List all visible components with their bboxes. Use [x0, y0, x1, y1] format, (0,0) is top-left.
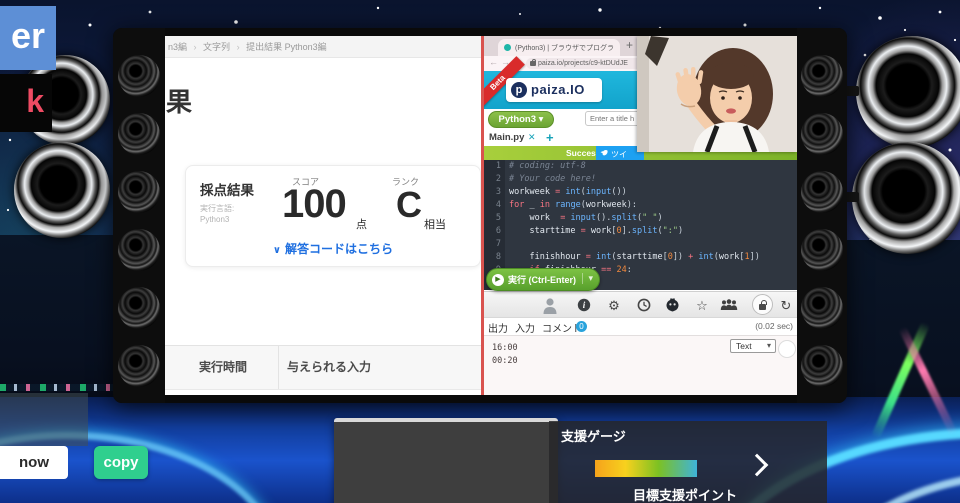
breadcrumb-item[interactable]: n3編 [168, 42, 187, 52]
close-icon[interactable]: ✕ [528, 132, 536, 143]
page-title-fragment: 果 [166, 87, 193, 117]
bezel-speaker [801, 113, 843, 155]
output-tabs: 出力 入力 コメント 0 (0.02 sec) [484, 318, 797, 336]
column-header-exec-time: 実行時間 [199, 360, 248, 374]
speaker-mount-bar [845, 192, 859, 202]
speaker-right-top [856, 36, 960, 148]
user-icon[interactable] [542, 297, 558, 314]
file-tab-mainpy[interactable]: Main.py [489, 132, 524, 143]
tab-favicon [504, 44, 511, 51]
monitor-back [334, 418, 558, 503]
output-panel: 出力 入力 コメント 0 (0.02 sec) 16:00 00:20 Text… [484, 318, 797, 395]
card-title: 採点結果 [200, 183, 254, 198]
result-page: n3編 › 文字列 › 提出結果 Python3編 果 採点結果 実行言語: P… [165, 36, 481, 395]
column-header-input: 与えられる入力 [287, 360, 372, 374]
gauge-bar [595, 460, 697, 477]
answer-code-link[interactable]: ∨ 解答コードはこちら [186, 240, 480, 257]
play-icon: ▶ [492, 273, 504, 286]
tab-output[interactable]: 出力 [488, 320, 508, 335]
format-select[interactable]: Text ▾ [730, 339, 776, 353]
execution-language: 実行言語: Python3 [200, 204, 235, 224]
url-field[interactable]: paiza.io/projects/c9-ktDUdJE [526, 58, 642, 69]
comment-count-badge: 0 [576, 320, 587, 332]
webcam-overlay [637, 36, 797, 153]
bezel-speaker [801, 287, 843, 329]
clock-icon[interactable] [636, 298, 652, 314]
output-text: 16:00 00:20 [492, 343, 518, 366]
gauge-target-label: 目標支援ポイント [633, 488, 738, 503]
score-result-card: 採点結果 実行言語: Python3 スコア 100 点 ランク C 相当 ∨ 解… [185, 165, 481, 267]
run-button[interactable]: ▶ 実行 (Ctrl-Enter) ▾ [486, 268, 600, 291]
breadcrumb-separator: › [193, 42, 197, 52]
screenshot-root: n3編 › 文字列 › 提出結果 Python3編 果 採点結果 実行言語: P… [0, 0, 960, 503]
browser-tab[interactable]: (Python3) | ブラウザでプログラ [498, 39, 620, 56]
overlay-badge-top: er [0, 6, 56, 70]
rank-unit: 相当 [424, 219, 446, 231]
icon-toolbar: i ⚙ ☆ ↻ [484, 291, 797, 318]
twitter-bird-icon [600, 149, 608, 156]
score-value: 100 [282, 182, 347, 226]
back-icon[interactable]: ← [489, 57, 498, 67]
bezel-speaker [801, 229, 843, 271]
bezel-speaker [801, 345, 843, 387]
star-icon[interactable]: ☆ [694, 298, 710, 314]
gauge-title: 支援ゲージ [561, 429, 626, 444]
big-screen: n3編 › 文字列 › 提出結果 Python3編 果 採点結果 実行言語: P… [113, 28, 847, 403]
bottom-left-panel [0, 393, 88, 446]
chevron-right-icon[interactable] [745, 453, 769, 477]
tab-title: (Python3) | ブラウザでプログラ [515, 45, 615, 52]
bezel-speaker [118, 113, 160, 155]
info-icon[interactable]: i [576, 298, 592, 314]
new-tab-button[interactable]: + [626, 38, 633, 52]
chevron-down-icon: ∨ [272, 245, 282, 256]
bezel-speaker [801, 55, 843, 97]
lock-icon[interactable] [752, 294, 773, 315]
screen-content: n3編 › 文字列 › 提出結果 Python3編 果 採点結果 実行言語: P… [165, 36, 797, 395]
paiza-logo[interactable]: p paiza.IO [506, 78, 602, 102]
add-file-button[interactable]: + [546, 130, 554, 145]
breadcrumb-separator: › [236, 42, 240, 52]
screen-bezel-left [113, 28, 165, 403]
breadcrumb-item: 提出結果 Python3編 [246, 42, 327, 52]
breadcrumb-item[interactable]: 文字列 [203, 42, 230, 52]
lock-icon [530, 58, 536, 66]
execution-time: (0.02 sec) [755, 321, 793, 331]
paiza-browser: (Python3) | ブラウザでプログラ + ← → ↻ paiza.io/p… [484, 36, 797, 395]
refresh-icon[interactable]: ↻ [778, 298, 794, 314]
speaker-mount-bar [845, 86, 859, 96]
tweet-label: ツイ [611, 149, 627, 159]
bezel-speaker [118, 171, 160, 213]
language-dropdown[interactable]: Python3 ▾ [488, 111, 554, 128]
bezel-speaker [801, 171, 843, 213]
paiza-logo-text: paiza.IO [531, 82, 585, 97]
paiza-logo-icon: p [511, 82, 527, 98]
speaker-right-bottom [852, 142, 960, 254]
city-skyline-left [0, 235, 118, 405]
tab-input[interactable]: 入力 [515, 320, 535, 335]
breadcrumb: n3編 › 文字列 › 提出結果 Python3編 [165, 36, 481, 58]
speaker-left-bottom [14, 142, 110, 238]
bezel-speaker [118, 287, 160, 329]
overlay-badge-bottom: k [0, 74, 52, 132]
group-icon[interactable] [720, 298, 738, 314]
gear-icon[interactable]: ⚙ [606, 298, 622, 314]
copy-button[interactable]: copy [94, 446, 148, 479]
floating-button-partial[interactable] [778, 340, 796, 358]
bezel-speaker [118, 345, 160, 387]
support-gauge-panel: 支援ゲージ 目標支援ポイント [549, 421, 827, 503]
column-divider [278, 346, 279, 389]
screen-bezel-right [797, 28, 847, 403]
run-options-caret[interactable]: ▾ [582, 273, 593, 284]
streamer-waving [637, 36, 797, 153]
bezel-speaker [118, 229, 160, 271]
select-caret-icon: ▾ [766, 341, 771, 350]
result-table-header: 実行時間 与えられる入力 [165, 345, 481, 390]
bezel-speaker [118, 55, 160, 97]
rank-value: C [396, 184, 422, 225]
github-icon[interactable] [664, 298, 680, 314]
follow-now-button[interactable]: now [0, 446, 68, 479]
score-unit: 点 [356, 219, 367, 231]
